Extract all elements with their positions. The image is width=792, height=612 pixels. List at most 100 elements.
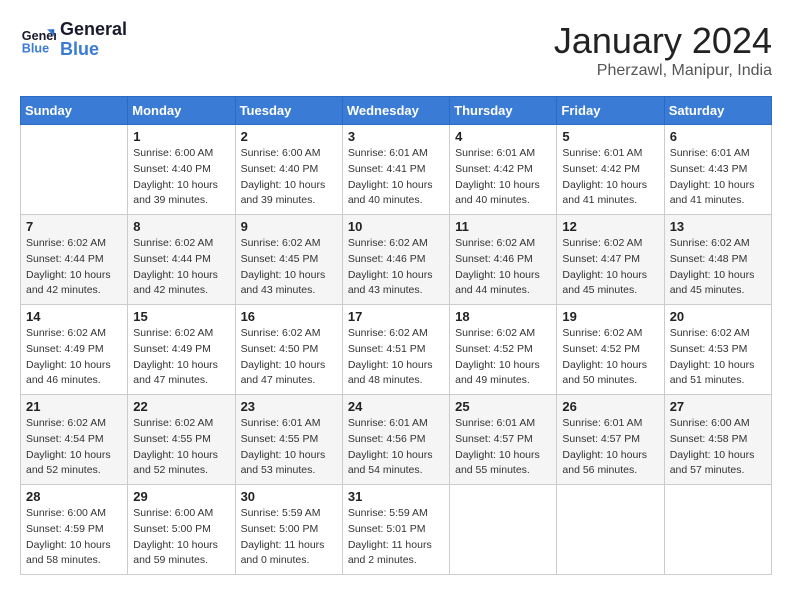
table-row: 31 Sunrise: 5:59 AMSunset: 5:01 PMDayligh…	[342, 485, 449, 575]
table-row: 27 Sunrise: 6:00 AMSunset: 4:58 PMDayligh…	[664, 395, 771, 485]
day-info: Sunrise: 6:02 AMSunset: 4:46 PMDaylight:…	[348, 236, 444, 299]
table-row: 15 Sunrise: 6:02 AMSunset: 4:49 PMDayligh…	[128, 305, 235, 395]
day-info: Sunrise: 6:00 AMSunset: 4:59 PMDaylight:…	[26, 506, 122, 569]
day-info: Sunrise: 6:02 AMSunset: 4:45 PMDaylight:…	[241, 236, 337, 299]
logo-line1: General	[60, 20, 127, 40]
day-info: Sunrise: 6:01 AMSunset: 4:55 PMDaylight:…	[241, 416, 337, 479]
day-info: Sunrise: 6:01 AMSunset: 4:43 PMDaylight:…	[670, 146, 766, 209]
day-info: Sunrise: 6:02 AMSunset: 4:52 PMDaylight:…	[455, 326, 551, 389]
table-row: 2 Sunrise: 6:00 AMSunset: 4:40 PMDaylight…	[235, 125, 342, 215]
table-row: 30 Sunrise: 5:59 AMSunset: 5:00 PMDayligh…	[235, 485, 342, 575]
day-number: 16	[241, 309, 337, 324]
table-row: 25Sunrise: 6:01 AMSunset: 4:57 PMDayligh…	[450, 395, 557, 485]
day-number: 21	[26, 399, 122, 414]
table-row: 17 Sunrise: 6:02 AMSunset: 4:51 PMDayligh…	[342, 305, 449, 395]
day-info: Sunrise: 6:01 AMSunset: 4:41 PMDaylight:…	[348, 146, 444, 209]
day-number: 26	[562, 399, 658, 414]
day-info: Sunrise: 6:02 AMSunset: 4:55 PMDaylight:…	[133, 416, 229, 479]
table-row: 22 Sunrise: 6:02 AMSunset: 4:55 PMDayligh…	[128, 395, 235, 485]
day-number: 17	[348, 309, 444, 324]
day-number: 1	[133, 129, 229, 144]
day-number: 23	[241, 399, 337, 414]
table-row: 10Sunrise: 6:02 AMSunset: 4:46 PMDayligh…	[342, 215, 449, 305]
table-row	[664, 485, 771, 575]
month-title: January 2024	[554, 20, 772, 62]
day-info: Sunrise: 6:02 AMSunset: 4:49 PMDaylight:…	[26, 326, 122, 389]
table-row: 16Sunrise: 6:02 AMSunset: 4:50 PMDayligh…	[235, 305, 342, 395]
day-number: 8	[133, 219, 229, 234]
calendar-table: Sunday Monday Tuesday Wednesday Thursday…	[20, 96, 772, 575]
day-info: Sunrise: 6:02 AMSunset: 4:52 PMDaylight:…	[562, 326, 658, 389]
title-block: January 2024 Pherzawl, Manipur, India	[554, 20, 772, 80]
table-row: 8 Sunrise: 6:02 AMSunset: 4:44 PMDaylight…	[128, 215, 235, 305]
day-info: Sunrise: 6:01 AMSunset: 4:56 PMDaylight:…	[348, 416, 444, 479]
table-row: 12Sunrise: 6:02 AMSunset: 4:47 PMDayligh…	[557, 215, 664, 305]
logo: General Blue General Blue	[20, 20, 127, 60]
day-info: Sunrise: 6:02 AMSunset: 4:54 PMDaylight:…	[26, 416, 122, 479]
day-info: Sunrise: 6:01 AMSunset: 4:42 PMDaylight:…	[562, 146, 658, 209]
table-row: 29 Sunrise: 6:00 AMSunset: 5:00 PMDayligh…	[128, 485, 235, 575]
header-friday: Friday	[557, 97, 664, 125]
table-row: 19 Sunrise: 6:02 AMSunset: 4:52 PMDayligh…	[557, 305, 664, 395]
day-number: 22	[133, 399, 229, 414]
svg-text:Blue: Blue	[22, 41, 49, 55]
day-info: Sunrise: 6:00 AMSunset: 4:58 PMDaylight:…	[670, 416, 766, 479]
day-number: 27	[670, 399, 766, 414]
table-row: 26 Sunrise: 6:01 AMSunset: 4:57 PMDayligh…	[557, 395, 664, 485]
day-number: 20	[670, 309, 766, 324]
table-row: 20 Sunrise: 6:02 AMSunset: 4:53 PMDayligh…	[664, 305, 771, 395]
day-number: 30	[241, 489, 337, 504]
calendar-week-row: 1 Sunrise: 6:00 AMSunset: 4:40 PMDaylight…	[21, 125, 772, 215]
day-number: 29	[133, 489, 229, 504]
day-number: 3	[348, 129, 444, 144]
table-row: 24 Sunrise: 6:01 AMSunset: 4:56 PMDayligh…	[342, 395, 449, 485]
table-row: 11Sunrise: 6:02 AMSunset: 4:46 PMDayligh…	[450, 215, 557, 305]
table-row: 6Sunrise: 6:01 AMSunset: 4:43 PMDaylight…	[664, 125, 771, 215]
table-row: 13Sunrise: 6:02 AMSunset: 4:48 PMDayligh…	[664, 215, 771, 305]
header-tuesday: Tuesday	[235, 97, 342, 125]
day-number: 19	[562, 309, 658, 324]
day-number: 9	[241, 219, 337, 234]
weekday-header-row: Sunday Monday Tuesday Wednesday Thursday…	[21, 97, 772, 125]
table-row: 4 Sunrise: 6:01 AMSunset: 4:42 PMDaylight…	[450, 125, 557, 215]
table-row	[557, 485, 664, 575]
location-subtitle: Pherzawl, Manipur, India	[554, 62, 772, 80]
day-info: Sunrise: 6:02 AMSunset: 4:44 PMDaylight:…	[133, 236, 229, 299]
day-number: 2	[241, 129, 337, 144]
logo-line2: Blue	[60, 40, 127, 60]
day-info: Sunrise: 5:59 AMSunset: 5:00 PMDaylight:…	[241, 506, 337, 569]
calendar-week-row: 7Sunrise: 6:02 AMSunset: 4:44 PMDaylight…	[21, 215, 772, 305]
table-row: 7Sunrise: 6:02 AMSunset: 4:44 PMDaylight…	[21, 215, 128, 305]
day-number: 4	[455, 129, 551, 144]
table-row: 21 Sunrise: 6:02 AMSunset: 4:54 PMDayligh…	[21, 395, 128, 485]
day-number: 13	[670, 219, 766, 234]
day-info: Sunrise: 6:02 AMSunset: 4:51 PMDaylight:…	[348, 326, 444, 389]
day-number: 14	[26, 309, 122, 324]
day-number: 24	[348, 399, 444, 414]
table-row: 9 Sunrise: 6:02 AMSunset: 4:45 PMDaylight…	[235, 215, 342, 305]
day-info: Sunrise: 6:02 AMSunset: 4:49 PMDaylight:…	[133, 326, 229, 389]
table-row: 3 Sunrise: 6:01 AMSunset: 4:41 PMDaylight…	[342, 125, 449, 215]
table-row	[450, 485, 557, 575]
day-number: 11	[455, 219, 551, 234]
day-info: Sunrise: 6:02 AMSunset: 4:53 PMDaylight:…	[670, 326, 766, 389]
day-info: Sunrise: 6:00 AMSunset: 4:40 PMDaylight:…	[241, 146, 337, 209]
header-sunday: Sunday	[21, 97, 128, 125]
page-header: General Blue General Blue January 2024 P…	[20, 20, 772, 80]
day-info: Sunrise: 6:00 AMSunset: 5:00 PMDaylight:…	[133, 506, 229, 569]
table-row: 28Sunrise: 6:00 AMSunset: 4:59 PMDayligh…	[21, 485, 128, 575]
day-info: Sunrise: 6:01 AMSunset: 4:57 PMDaylight:…	[455, 416, 551, 479]
table-row	[21, 125, 128, 215]
table-row: 5Sunrise: 6:01 AMSunset: 4:42 PMDaylight…	[557, 125, 664, 215]
day-info: Sunrise: 5:59 AMSunset: 5:01 PMDaylight:…	[348, 506, 444, 569]
header-wednesday: Wednesday	[342, 97, 449, 125]
table-row: 14 Sunrise: 6:02 AMSunset: 4:49 PMDayligh…	[21, 305, 128, 395]
header-thursday: Thursday	[450, 97, 557, 125]
day-number: 31	[348, 489, 444, 504]
day-info: Sunrise: 6:01 AMSunset: 4:42 PMDaylight:…	[455, 146, 551, 209]
calendar-week-row: 28Sunrise: 6:00 AMSunset: 4:59 PMDayligh…	[21, 485, 772, 575]
day-number: 15	[133, 309, 229, 324]
table-row: 18Sunrise: 6:02 AMSunset: 4:52 PMDayligh…	[450, 305, 557, 395]
day-info: Sunrise: 6:00 AMSunset: 4:40 PMDaylight:…	[133, 146, 229, 209]
day-info: Sunrise: 6:01 AMSunset: 4:57 PMDaylight:…	[562, 416, 658, 479]
